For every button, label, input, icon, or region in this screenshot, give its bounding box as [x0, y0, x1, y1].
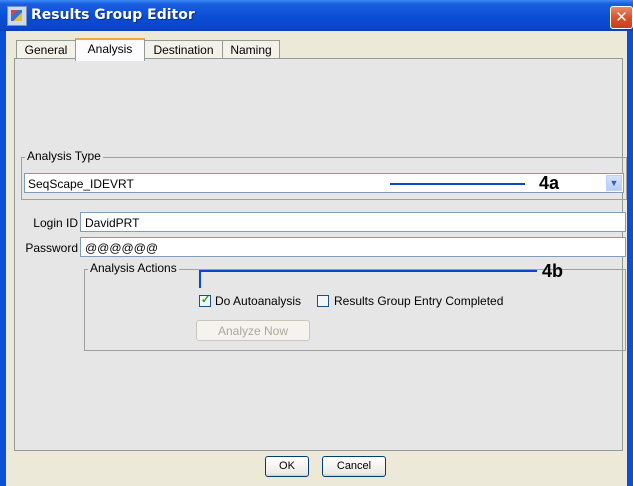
annotation-4b-line: [199, 270, 537, 272]
password-value: @@@@@@: [85, 241, 159, 255]
analyze-now-button[interactable]: Analyze Now: [196, 320, 310, 341]
tab-naming[interactable]: Naming: [222, 40, 280, 59]
cancel-button[interactable]: Cancel: [322, 456, 386, 477]
password-label: Password: [25, 241, 78, 255]
annotation-4b-pointer: [199, 270, 201, 288]
title-bar[interactable]: Results Group Editor ✕: [0, 0, 633, 31]
login-id-label: Login ID: [33, 216, 78, 230]
close-button[interactable]: ✕: [610, 6, 633, 29]
annotation-4b-label: 4b: [542, 261, 564, 281]
checkmark-icon: ✓: [201, 294, 211, 306]
login-id-field[interactable]: DavidPRT: [80, 212, 626, 232]
analysis-actions-legend: Analysis Actions: [88, 261, 179, 275]
results-group-entry-completed-label[interactable]: Results Group Entry Completed: [334, 294, 503, 308]
do-autoanalysis-label[interactable]: Do Autoanalysis: [215, 294, 301, 308]
window-title: Results Group Editor: [31, 7, 195, 23]
analysis-type-legend: Analysis Type: [25, 149, 103, 163]
tab-destination[interactable]: Destination: [144, 40, 223, 59]
chevron-down-icon[interactable]: ▼: [606, 175, 622, 191]
analysis-type-select[interactable]: SeqScape_IDEVRT ▼: [24, 173, 624, 193]
results-group-editor-window: Results Group Editor ✕ General Analysis …: [0, 0, 633, 486]
ok-button[interactable]: OK: [265, 456, 309, 477]
do-autoanalysis-checkbox[interactable]: ✓: [199, 294, 211, 307]
analysis-type-selected-value: SeqScape_IDEVRT: [28, 177, 134, 191]
tab-general[interactable]: General: [16, 40, 76, 59]
annotation-4a-label: 4a: [539, 173, 560, 193]
results-group-entry-completed-checkbox[interactable]: [317, 295, 329, 307]
annotation-4a-line: [390, 183, 525, 185]
login-id-value: DavidPRT: [85, 216, 140, 230]
window-frame-right: [627, 31, 633, 486]
app-icon: [7, 6, 27, 26]
password-field[interactable]: @@@@@@: [80, 237, 626, 257]
tab-analysis[interactable]: Analysis: [75, 38, 145, 61]
